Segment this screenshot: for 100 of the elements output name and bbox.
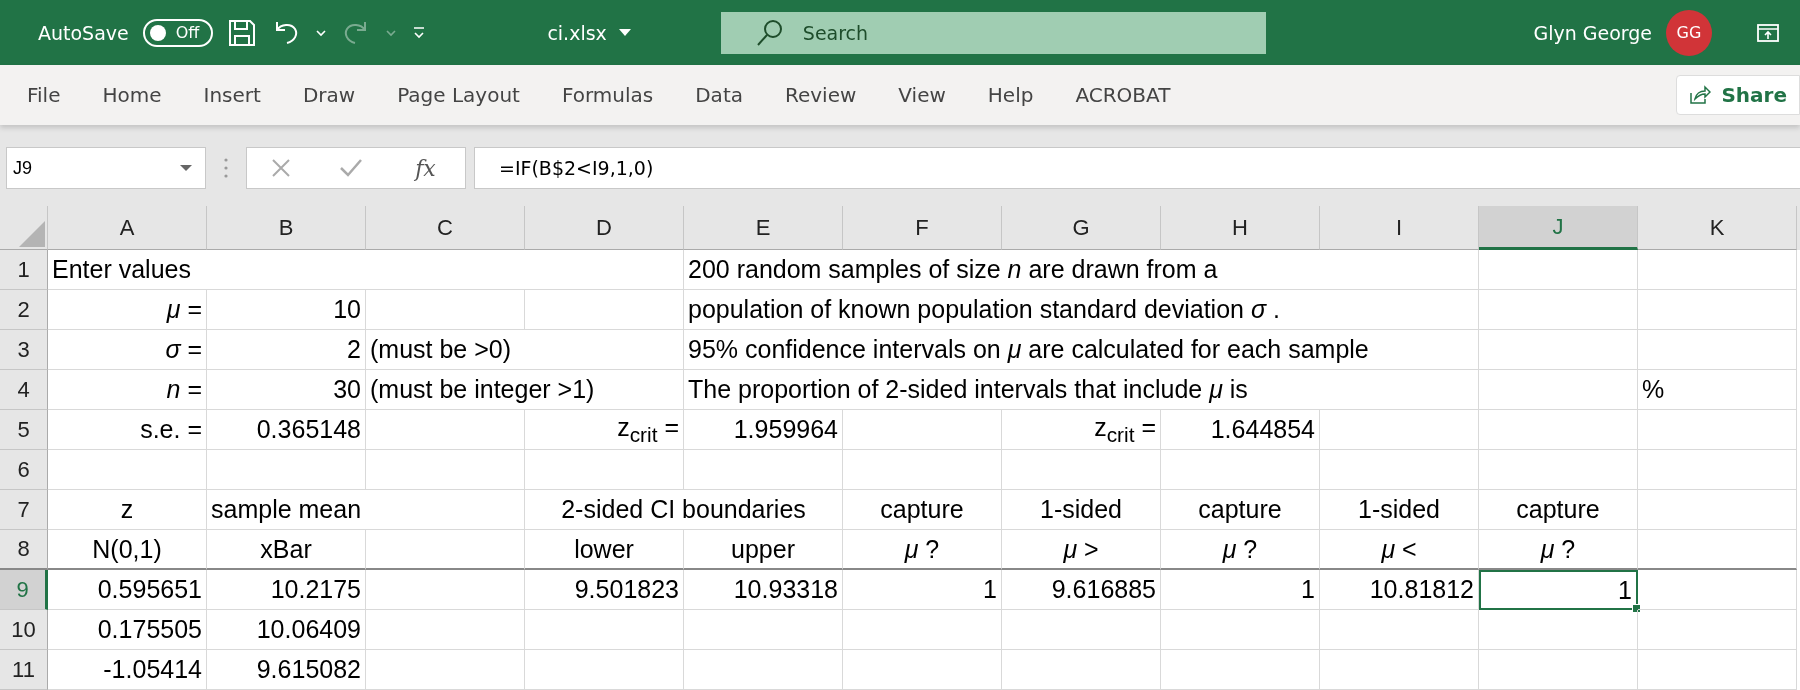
name-box[interactable]: J9 [6,147,206,189]
table-cell: capture [1161,490,1320,530]
ribbon-tab[interactable]: File [6,65,82,125]
table-cell: N(0,1) [48,530,207,570]
drag-handle-icon[interactable] [224,157,228,179]
table-cell: 10.81812 [1320,570,1479,610]
ribbon-tab[interactable]: View [877,65,967,125]
table-cell: 10 [207,290,366,330]
table-cell: s.e. = [48,410,207,450]
column-header[interactable]: A [48,206,207,250]
table-cell: 0.365148 [207,410,366,450]
search-icon [754,17,785,48]
autosave-label: AutoSave [38,21,129,44]
row-header[interactable]: 9 [0,570,48,610]
row-header[interactable]: 3 [0,330,48,370]
table-cell: lower [525,530,684,570]
column-header[interactable]: H [1161,206,1320,250]
column-header[interactable]: B [207,206,366,250]
table-cell: μ > [1002,530,1161,570]
formula-field[interactable]: =IF(B$2<I9,1,0) [474,147,1800,189]
column-header[interactable]: G [1002,206,1161,250]
table-cell: 10.93318 [684,570,843,610]
column-header[interactable]: D [525,206,684,250]
insert-function-button[interactable]: fx [409,154,442,182]
user-avatar[interactable]: GG [1666,9,1712,56]
cancel-icon[interactable] [270,157,293,179]
share-button[interactable]: Share [1676,75,1800,115]
table-cell: xBar [207,530,366,570]
check-icon[interactable] [338,158,363,178]
table-cell: μ ? [1479,530,1638,570]
table-cell: 10.2175 [207,570,366,610]
column-header[interactable]: E [684,206,843,250]
table-cell: 95% confidence intervals on μ are calculated for each sample [684,330,1479,370]
table-cell: 30 [207,370,366,410]
table-cell: population of known population standard deviation σ . [684,290,1479,330]
table-cell: capture [843,490,1002,530]
table-cell: 0.595651 [48,570,207,610]
row-header[interactable]: 6 [0,450,48,490]
table-cell: σ = [48,330,207,370]
autosave-toggle[interactable]: Off [142,18,214,47]
table-cell: 9.616885 [1002,570,1161,610]
table-cell: μ ? [1161,530,1320,570]
table-cell: 2 [207,330,366,370]
row-header[interactable]: 5 [0,410,48,450]
table-cell: -1.05414 [48,650,207,690]
table-cell: The proportion of 2-sided intervals that include μ is [684,370,1479,410]
table-cell: 1 [843,570,1002,610]
table-cell: (must be integer >1) [366,370,684,410]
ribbon-tab[interactable]: Home [81,65,183,125]
table-cell: upper [684,530,843,570]
table-cell: μ < [1320,530,1479,570]
row-header[interactable]: 10 [0,610,48,650]
save-icon[interactable] [227,17,258,48]
row-header[interactable]: 11 [0,650,48,690]
table-cell: 1 [1479,570,1638,610]
table-cell: 1.959964 [684,410,843,450]
table-cell: n = [48,370,207,410]
ribbon-tab[interactable]: Data [674,65,764,125]
ribbon-tab[interactable]: Review [764,65,878,125]
column-header[interactable]: J [1479,206,1638,250]
row-header[interactable]: 8 [0,530,48,570]
table-cell: Enter values [48,250,684,290]
caret-icon[interactable] [315,28,328,37]
table-cell: 9.615082 [207,650,366,690]
row-header[interactable]: 2 [0,290,48,330]
table-cell: 1 [1161,570,1320,610]
table-cell: 1-sided [1320,490,1479,530]
table-cell: 10.06409 [207,610,366,650]
table-cell: 9.501823 [525,570,684,610]
column-header[interactable]: C [366,206,525,250]
caret-icon [179,164,193,172]
ribbon-tab[interactable]: Help [966,65,1055,125]
table-cell: (must be >0) [366,330,684,370]
user-name: Glyn George [1533,21,1652,44]
ribbon-tab[interactable]: Page Layout [376,65,541,125]
search-field[interactable]: Search [720,11,1266,54]
ribbon-tab[interactable]: Insert [182,65,282,125]
table-cell: 1.644854 [1161,410,1320,450]
ribbon-tab[interactable]: ACROBAT [1054,65,1192,125]
table-cell: 1-sided [1002,490,1161,530]
table-cell: z$_{crit}$ = [1002,410,1161,450]
table-cell: 2-sided CI boundaries [525,490,843,530]
row-header[interactable]: 4 [0,370,48,410]
share-icon [1689,85,1712,105]
row-header[interactable]: 1 [0,250,48,290]
table-cell: z$_{crit}$ = [525,410,684,450]
column-header[interactable]: K [1638,206,1797,250]
row-header[interactable]: 7 [0,490,48,530]
table-cell: 200 random samples of size n are drawn from a [684,250,1479,290]
ribbon-display-icon[interactable] [1756,21,1780,44]
file-name-button[interactable]: ci.xlsx [541,20,637,45]
ribbon-tab[interactable]: Formulas [540,65,675,125]
table-cell: sample mean [207,490,525,530]
table-cell: capture [1479,490,1638,530]
table-cell: % [1638,370,1797,410]
table-cell: z [48,490,207,530]
column-header[interactable]: F [843,206,1002,250]
table-cell: μ = [48,290,207,330]
table-cell: 0.175505 [48,610,207,650]
ribbon-tab[interactable]: Draw [281,65,377,125]
